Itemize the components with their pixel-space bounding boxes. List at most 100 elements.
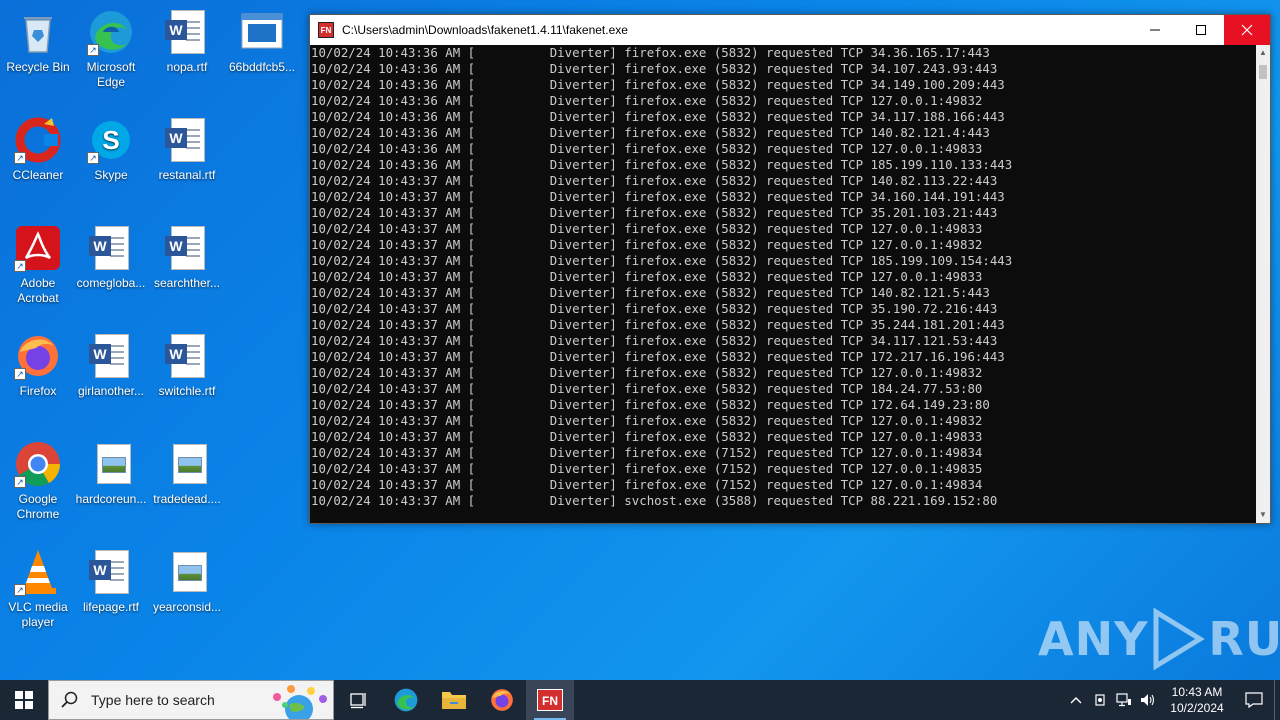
tray-network-button[interactable] — [1112, 680, 1136, 720]
taskbar-fakenet-button[interactable]: FN — [526, 680, 574, 720]
console-line: 10/02/24 10:43:37 AM [ Diverter] firefox… — [311, 333, 998, 348]
edge-icon — [394, 688, 418, 712]
console-line: 10/02/24 10:43:37 AM [ Diverter] firefox… — [311, 221, 983, 236]
console-window[interactable]: FN C:\Users\admin\Downloads\fakenet1.4.1… — [309, 14, 1271, 524]
console-line: 10/02/24 10:43:37 AM [ Diverter] firefox… — [311, 237, 983, 252]
console-line: 10/02/24 10:43:37 AM [ Diverter] firefox… — [311, 397, 990, 412]
console-line: 10/02/24 10:43:37 AM [ Diverter] firefox… — [311, 285, 990, 300]
maximize-icon — [1196, 25, 1206, 35]
show-hidden-icons-button[interactable] — [1064, 680, 1088, 720]
window-titlebar[interactable]: FN C:\Users\admin\Downloads\fakenet1.4.1… — [310, 15, 1270, 45]
scroll-down-icon[interactable]: ▼ — [1256, 509, 1270, 521]
usb-device-icon — [1095, 694, 1105, 706]
taskbar-search-box[interactable]: Type here to search — [48, 680, 334, 720]
console-line: 10/02/24 10:43:37 AM [ Diverter] firefox… — [311, 349, 1005, 364]
desktop-file-comegloba[interactable]: W comegloba... — [73, 224, 149, 291]
task-view-button[interactable] — [334, 680, 382, 720]
desktop-file-66bddfcb5[interactable]: 66bddfcb5... — [224, 8, 300, 75]
close-button[interactable] — [1224, 15, 1270, 45]
console-line: 10/02/24 10:43:37 AM [ Diverter] firefox… — [311, 429, 983, 444]
console-line: 10/02/24 10:43:37 AM [ Diverter] firefox… — [311, 461, 983, 476]
desktop-file-restanal[interactable]: W restanal.rtf — [149, 116, 225, 183]
desktop-file-tradedead[interactable]: tradedead.... — [149, 440, 225, 507]
console-line: 10/02/24 10:43:37 AM [ Diverter] firefox… — [311, 317, 1005, 332]
fakenet-app-icon: FN — [318, 22, 334, 38]
edge-icon: ↗ — [87, 8, 135, 56]
vertical-scrollbar[interactable]: ▲ ▼ — [1256, 45, 1270, 523]
shortcut-arrow-icon: ↗ — [14, 260, 26, 272]
taskbar-clock[interactable]: 10:43 AM 10/2/2024 — [1160, 684, 1234, 716]
desktop-file-yearconsid[interactable]: yearconsid... — [149, 548, 225, 615]
word-document-icon: W — [87, 332, 135, 380]
shortcut-arrow-icon: ↗ — [14, 152, 26, 164]
console-line: 10/02/24 10:43:37 AM [ Diverter] firefox… — [311, 189, 1005, 204]
minimize-button[interactable] — [1132, 15, 1178, 45]
desktop-file-hardcoreun[interactable]: hardcoreun... — [73, 440, 149, 507]
system-tray: 10:43 AM 10/2/2024 — [1064, 680, 1280, 720]
firefox-icon: ↗ — [14, 332, 62, 380]
show-desktop-button[interactable] — [1274, 680, 1280, 720]
word-document-icon: W — [163, 332, 211, 380]
close-icon — [1241, 24, 1253, 36]
clock-time: 10:43 AM — [1171, 685, 1223, 699]
word-document-icon: W — [163, 116, 211, 164]
tray-volume-button[interactable] — [1136, 680, 1160, 720]
icon-label: Skype — [94, 168, 128, 182]
console-output[interactable]: 10/02/24 10:43:36 AM [ Diverter] firefox… — [310, 45, 1256, 523]
desktop-icon-google-chrome[interactable]: ↗ Google Chrome — [0, 440, 76, 522]
maximize-button[interactable] — [1178, 15, 1224, 45]
desktop-file-searchther[interactable]: W searchther... — [149, 224, 225, 291]
console-line: 10/02/24 10:43:36 AM [ Diverter] firefox… — [311, 109, 1005, 124]
desktop-icon-microsoft-edge[interactable]: ↗ Microsoft Edge — [73, 8, 149, 90]
icon-label: VLC media player — [8, 600, 68, 629]
watermark-text-left: ANY — [1038, 612, 1149, 666]
desktop-file-switchle[interactable]: W switchle.rtf — [149, 332, 225, 399]
desktop-icon-skype[interactable]: S ↗ Skype — [73, 116, 149, 183]
desktop-icon-firefox[interactable]: ↗ Firefox — [0, 332, 76, 399]
desktop-icon-adobe-acrobat[interactable]: ↗ Adobe Acrobat — [0, 224, 76, 306]
word-document-icon: W — [163, 224, 211, 272]
chrome-icon: ↗ — [14, 440, 62, 488]
shortcut-arrow-icon: ↗ — [14, 368, 26, 380]
search-highlight-globe-icon — [273, 685, 327, 719]
icon-label: hardcoreun... — [75, 492, 147, 506]
shortcut-arrow-icon: ↗ — [14, 476, 26, 488]
scroll-up-icon[interactable]: ▲ — [1256, 47, 1270, 59]
recycle-bin-icon — [14, 8, 62, 56]
desktop-icon-ccleaner[interactable]: ↗ CCleaner — [0, 116, 76, 183]
shortcut-arrow-icon: ↗ — [87, 44, 99, 56]
taskbar-firefox-button[interactable] — [478, 680, 526, 720]
chevron-up-icon — [1070, 697, 1082, 704]
start-button[interactable] — [0, 680, 48, 720]
image-file-icon — [87, 440, 135, 488]
scroll-thumb[interactable] — [1259, 65, 1267, 79]
clock-date: 10/2/2024 — [1170, 701, 1224, 715]
taskbar: Type here to search FN 10:43 AM 10/2/202… — [0, 680, 1280, 720]
console-line: 10/02/24 10:43:37 AM [ Diverter] firefox… — [311, 205, 998, 220]
console-line: 10/02/24 10:43:36 AM [ Diverter] firefox… — [311, 141, 983, 156]
svg-text:S: S — [102, 125, 119, 155]
console-line: 10/02/24 10:43:37 AM [ Diverter] firefox… — [311, 253, 1013, 268]
search-placeholder: Type here to search — [91, 692, 215, 708]
folder-icon — [442, 692, 466, 709]
console-line: 10/02/24 10:43:37 AM [ Diverter] firefox… — [311, 173, 998, 188]
desktop-icon-vlc[interactable]: ↗ VLC media player — [0, 548, 76, 630]
adobe-acrobat-icon: ↗ — [14, 224, 62, 272]
desktop-file-girlanother[interactable]: W girlanother... — [73, 332, 149, 399]
tray-device-button[interactable] — [1088, 680, 1112, 720]
word-document-icon: W — [163, 8, 211, 56]
desktop-icon-recycle-bin[interactable]: Recycle Bin — [0, 8, 76, 75]
shortcut-arrow-icon: ↗ — [14, 584, 26, 596]
taskbar-file-explorer-button[interactable] — [430, 680, 478, 720]
desktop-file-nopa[interactable]: W nopa.rtf — [149, 8, 225, 75]
desktop-file-lifepage[interactable]: W lifepage.rtf — [73, 548, 149, 615]
icon-label: Firefox — [19, 384, 57, 398]
shortcut-arrow-icon: ↗ — [87, 152, 99, 164]
taskbar-edge-button[interactable] — [382, 680, 430, 720]
anyrun-watermark: ANY RUN — [1038, 608, 1280, 670]
icon-label: nopa.rtf — [166, 60, 208, 74]
icon-label: searchther... — [153, 276, 221, 290]
windows-logo-icon — [15, 691, 33, 709]
icon-label: yearconsid... — [152, 600, 222, 614]
notification-center-button[interactable] — [1234, 680, 1274, 720]
